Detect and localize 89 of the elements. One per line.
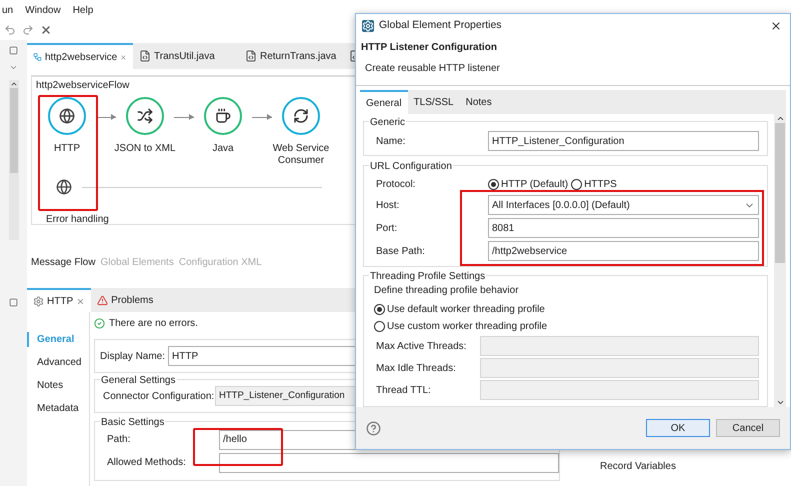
nav-item[interactable]: Metadata [27, 401, 89, 416]
globe-icon [56, 179, 72, 195]
scrollbar[interactable] [774, 114, 786, 407]
radio-label: HTTPS [584, 178, 617, 192]
radio-button[interactable] [488, 178, 499, 190]
section-label: Error handling [46, 213, 109, 227]
flow-icon [33, 51, 42, 63]
input-field[interactable]: HTTP_Listener_Configuration [488, 131, 759, 151]
dialog-tab[interactable]: TLS/SSL [408, 90, 460, 114]
coffee-cup-icon [215, 108, 231, 124]
chevron-down-icon[interactable] [776, 398, 784, 407]
field-label: Thread TTL: [376, 384, 432, 398]
menu-item[interactable]: Window [25, 2, 61, 18]
chevron-up-icon[interactable] [776, 114, 784, 123]
menu-item[interactable]: un [2, 2, 14, 18]
radio-label: Use default worker threading profile [387, 303, 545, 317]
transform-icon [137, 108, 153, 124]
scroll-thumb[interactable] [775, 123, 785, 263]
radio-label: Use custom worker threading profile [387, 320, 548, 334]
field-label: Path: [107, 433, 132, 447]
group-title: Threading Profile Settings [369, 269, 486, 284]
editor-tab[interactable]: ReturnTrans.java [239, 43, 345, 69]
maximize-icon[interactable] [9, 298, 18, 307]
description: Define threading profile behavior [374, 284, 520, 298]
success-icon [94, 318, 105, 329]
panel-tab[interactable]: Problems [91, 288, 160, 312]
editor-tab[interactable]: http2webservice [27, 43, 133, 69]
dialog-heading: HTTP Listener Configuration [361, 41, 498, 55]
input-field[interactable]: /http2webservice [488, 241, 759, 261]
flow-node[interactable] [204, 97, 242, 135]
flow-node[interactable] [48, 97, 86, 135]
dialog-button[interactable]: Cancel [716, 419, 780, 437]
flow-title: http2webserviceFlow [35, 79, 130, 93]
dialog-tab[interactable]: Notes [460, 90, 498, 114]
field-label: Display Name: [100, 350, 166, 364]
warning-icon [97, 294, 108, 306]
flow-node[interactable] [126, 97, 164, 135]
group-title: General Settings [100, 373, 176, 388]
scrollbar[interactable] [8, 80, 18, 240]
help-icon[interactable] [366, 420, 381, 436]
radio-button[interactable] [374, 321, 385, 332]
menu-item[interactable]: Help [72, 2, 94, 18]
view-tab[interactable]: Message Flow [31, 254, 96, 270]
field-label: Base Path: [376, 244, 426, 258]
group-title: Basic Settings [100, 415, 166, 430]
chevron-up-icon[interactable] [10, 80, 18, 88]
field-label: Port: [376, 222, 398, 236]
editor-tab[interactable]: TransUtil.java [133, 43, 239, 69]
java-file-icon [139, 50, 151, 62]
undo-icon[interactable] [4, 24, 16, 36]
dialog-tab[interactable]: General [360, 90, 408, 114]
input-field[interactable]: 8081 [488, 218, 759, 238]
field-label: Connector Configuration: [103, 390, 215, 404]
input-field[interactable] [480, 358, 759, 378]
globe-icon [59, 108, 75, 124]
close-icon[interactable] [770, 20, 782, 32]
node-label: JSON to XML [113, 143, 177, 155]
nav-item[interactable]: Notes [27, 378, 89, 393]
flow-node[interactable] [282, 97, 320, 135]
node-label: HTTP [52, 143, 82, 155]
exchange-icon [293, 108, 309, 124]
node-label: Java [211, 143, 235, 155]
field-label: Protocol: [376, 178, 416, 192]
radio-button[interactable] [571, 178, 582, 190]
radio-label: HTTP (Default) [501, 178, 568, 192]
window-title: Global Element Properties [379, 18, 503, 34]
input-field[interactable] [480, 336, 759, 356]
list-item[interactable]: Record Variables [600, 459, 676, 474]
panel-tab[interactable]: HTTP [27, 288, 92, 312]
status-message: There are no errors. [109, 317, 198, 331]
dialog-subtitle: Create reusable HTTP listener [364, 62, 501, 76]
field-label: Allowed Methods: [107, 456, 187, 470]
field-label: Name: [376, 134, 406, 148]
app-icon [362, 20, 374, 32]
group-title: URL Configuration [369, 159, 453, 174]
scroll-thumb[interactable] [10, 88, 18, 173]
input-field[interactable] [480, 380, 759, 400]
close-icon[interactable] [40, 24, 52, 36]
input-field[interactable] [219, 452, 559, 472]
dialog-button[interactable]: OK [646, 419, 710, 437]
nav-item[interactable]: Advanced [27, 355, 89, 370]
maximize-icon[interactable] [9, 46, 18, 55]
gear-icon [33, 296, 44, 306]
radio-button[interactable] [374, 304, 385, 315]
node-label: Web Service Consumer [272, 143, 330, 167]
redo-icon[interactable] [22, 24, 34, 36]
dropdown-field[interactable]: All Interfaces [0.0.0.0] (Default) [488, 195, 759, 215]
field-label: Host: [376, 198, 400, 212]
java-file-icon [245, 50, 257, 62]
